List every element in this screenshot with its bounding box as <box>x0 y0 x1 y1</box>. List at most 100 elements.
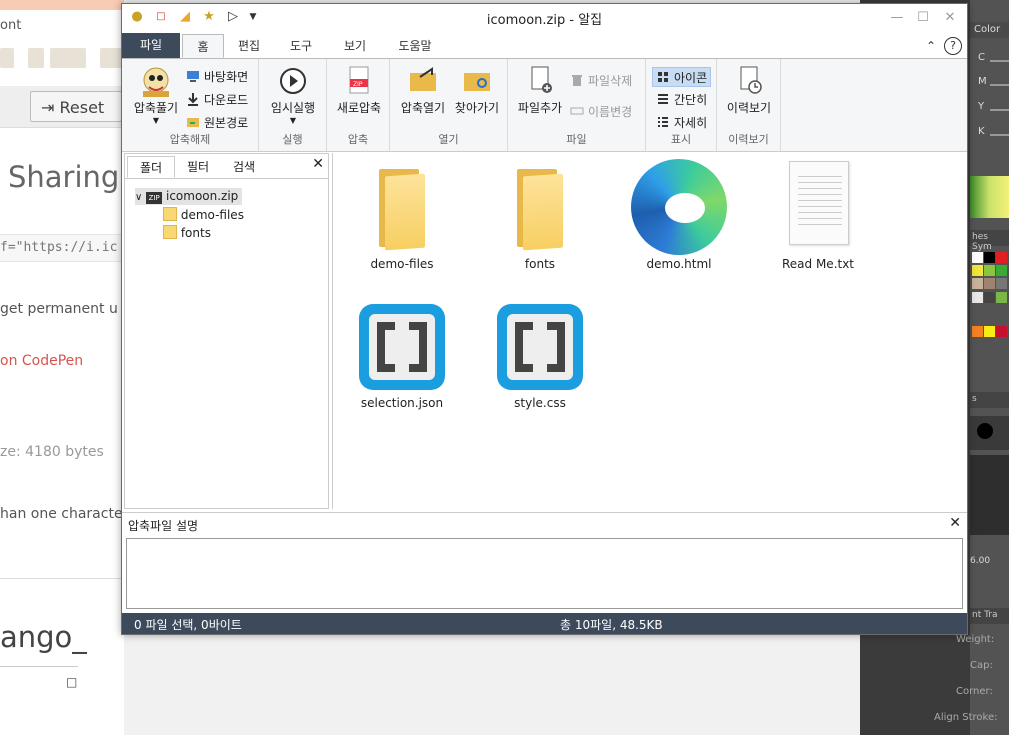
file-name: demo-files <box>370 257 434 271</box>
reset-button[interactable]: ⇥ Reset <box>30 91 122 122</box>
add-file-button[interactable]: 파일추가 <box>512 65 568 116</box>
delete-file-button[interactable]: 파일삭제 <box>570 71 632 91</box>
swatch[interactable] <box>996 252 1007 263</box>
new-compress-button[interactable]: ZIP 새로압축 <box>332 65 386 116</box>
swatch[interactable] <box>996 292 1007 303</box>
rename-icon <box>570 104 584 118</box>
title-bar[interactable]: ● □ ◢ ★ ▷ ▼ icomoon.zip - 알집 — ☐ ✕ <box>122 4 967 31</box>
swatch[interactable] <box>996 278 1007 289</box>
slider-c[interactable] <box>990 60 1009 62</box>
help-icon[interactable]: ? <box>944 37 962 55</box>
browse-button[interactable]: 찾아가기 <box>450 65 504 116</box>
description-textbox[interactable] <box>126 538 963 609</box>
file-item-selection-json[interactable]: selection.json <box>342 296 462 410</box>
swatch[interactable] <box>996 265 1007 276</box>
tab-home[interactable]: 홈 <box>182 34 224 58</box>
swatch[interactable] <box>972 278 983 289</box>
codepen-link[interactable]: on CodePen <box>0 353 83 369</box>
temp-run-button[interactable]: 임시실행 ▼ <box>265 65 321 125</box>
file-item-readme[interactable]: Read Me.txt <box>758 157 878 271</box>
swatch[interactable] <box>972 252 983 263</box>
browser-tab-strip <box>0 0 124 10</box>
group-history: 이력보기 이력보기 <box>717 59 781 151</box>
history-button[interactable]: 이력보기 <box>721 65 777 116</box>
group-extract-label: 압축해제 <box>169 133 211 146</box>
tree-item-root[interactable]: ∨ ZIP icomoon.zip <box>135 188 243 205</box>
tab-divider <box>125 178 328 179</box>
chevron-down-icon[interactable]: ∨ <box>135 192 142 203</box>
tab-file[interactable]: 파일 <box>122 33 180 58</box>
file-item-style-css[interactable]: style.css <box>480 296 600 410</box>
minimize-button[interactable]: — <box>885 8 909 28</box>
tab-tools[interactable]: 도구 <box>278 34 324 58</box>
file-item-demo-html[interactable]: demo.html <box>619 157 739 271</box>
collapse-ribbon-icon[interactable]: ⌃ <box>922 34 940 58</box>
folder-icon <box>342 157 462 257</box>
tab-search[interactable]: 검색 <box>221 156 267 178</box>
copy-glyph[interactable]: □ <box>66 675 77 689</box>
slider-y[interactable] <box>990 109 1009 111</box>
extract-downloads-button[interactable]: 다운로드 <box>186 90 248 110</box>
tab-folder[interactable]: 폴더 <box>127 156 175 178</box>
slider-k[interactable] <box>990 134 1009 136</box>
swatch[interactable] <box>984 265 995 276</box>
view-icons-button[interactable]: 아이콘 <box>652 67 712 87</box>
tree-item-demo-files[interactable]: demo-files <box>163 207 244 222</box>
brackets-icon <box>480 296 600 396</box>
total-status: 총 10파일, 48.5KB <box>560 618 663 632</box>
folder-icon <box>163 207 177 221</box>
details-icon <box>656 115 670 129</box>
tree-root-label: icomoon.zip <box>165 189 239 203</box>
open-archive-button[interactable]: 압축열기 <box>396 65 450 116</box>
tab-help[interactable]: 도움말 <box>388 34 442 58</box>
color-tab[interactable]: Color <box>970 22 1009 38</box>
extract-desktop-button[interactable]: 바탕화면 <box>186 67 248 87</box>
window-title: icomoon.zip - 알집 <box>486 13 603 28</box>
close-description-button[interactable]: ✕ <box>949 515 961 531</box>
close-button[interactable]: ✕ <box>938 8 962 28</box>
slider-m[interactable] <box>990 84 1009 86</box>
description-label: 압축파일 설명 <box>128 519 199 533</box>
tree-item-fonts[interactable]: fonts <box>163 225 211 240</box>
stroke-tabs[interactable]: nt Tra <box>970 608 1009 624</box>
embed-code[interactable]: f="https://i.ic <box>0 234 124 262</box>
swatch[interactable] <box>996 326 1007 337</box>
file-item-fonts[interactable]: fonts <box>480 157 600 271</box>
alzip-window: ● □ ◢ ★ ▷ ▼ icomoon.zip - 알집 — ☐ ✕ 파일 홈 … <box>121 3 968 635</box>
swatch[interactable] <box>972 326 983 337</box>
brushes-tab[interactable]: s <box>970 392 1009 408</box>
swatch[interactable] <box>984 278 995 289</box>
swatches-tab[interactable]: hes Sym <box>970 230 1009 252</box>
extract-button[interactable]: 압축풀기 ▼ <box>130 65 182 125</box>
close-panel-button[interactable]: ✕ <box>312 156 324 172</box>
swatch[interactable] <box>984 292 995 303</box>
stroke-value: 6.00 <box>970 556 991 566</box>
django-heading: ango_ <box>0 620 87 654</box>
extract-source-path-button[interactable]: 원본경로 <box>186 113 248 133</box>
new-zip-icon: ZIP <box>342 65 376 97</box>
brush-dot-icon[interactable] <box>977 423 993 439</box>
divider <box>0 666 78 667</box>
extract-icon <box>139 65 173 97</box>
group-compress: ZIP 새로압축 압축 <box>327 59 390 151</box>
maximize-button[interactable]: ☐ <box>911 8 935 28</box>
dropdown-arrow-icon: ▼ <box>152 116 160 125</box>
swatch[interactable] <box>972 265 983 276</box>
folder-arrow-icon <box>186 115 200 129</box>
file-item-demo-files[interactable]: demo-files <box>342 157 462 271</box>
tab-view[interactable]: 보기 <box>332 34 378 58</box>
view-details-button[interactable]: 자세히 <box>656 113 707 133</box>
rename-button[interactable]: 이름변경 <box>570 102 632 122</box>
cap-label: Cap: <box>970 660 993 671</box>
tab-edit[interactable]: 편집 <box>226 34 272 58</box>
view-list-button[interactable]: 간단히 <box>656 90 707 110</box>
group-history-label: 이력보기 <box>728 133 769 146</box>
group-run: 임시실행 ▼ 실행 <box>259 59 327 151</box>
tab-filter[interactable]: 필터 <box>175 156 221 178</box>
swatch[interactable] <box>972 292 983 303</box>
group-compress-label: 압축 <box>347 133 369 146</box>
swatch[interactable] <box>984 252 995 263</box>
blurred-text <box>0 48 14 68</box>
swatch[interactable] <box>984 326 995 337</box>
color-spectrum[interactable] <box>970 176 1009 218</box>
